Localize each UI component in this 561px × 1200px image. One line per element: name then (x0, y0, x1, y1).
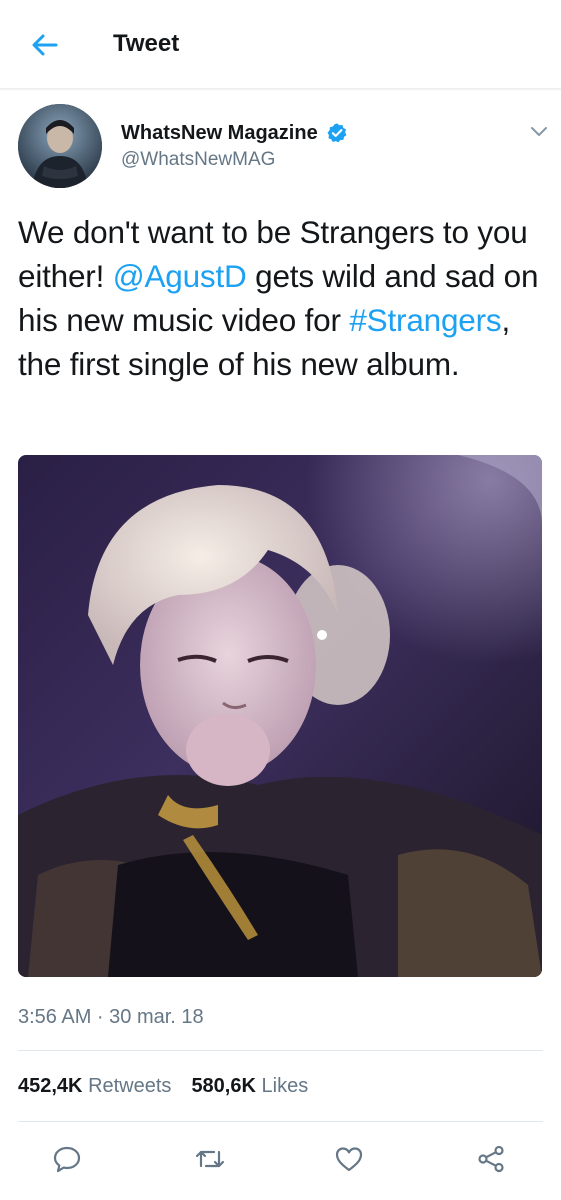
tweet-text: We don't want to be Strangers to you eit… (18, 210, 548, 386)
share-icon (478, 1145, 504, 1173)
mention-link[interactable]: @AgustD (113, 258, 247, 294)
tweet-stats: 452,4K Retweets 580,6K Likes (18, 1072, 308, 1100)
likes-count: 580,6K (191, 1075, 256, 1097)
author-names: WhatsNew Magazine @WhatsNewMAG (121, 120, 348, 172)
reply-button[interactable] (50, 1142, 84, 1176)
like-icon (335, 1147, 363, 1172)
retweets-label: Retweets (88, 1075, 172, 1097)
divider (18, 1050, 543, 1051)
photo-image (18, 455, 542, 977)
verified-badge-icon (327, 123, 347, 143)
top-app-bar: Tweet (0, 0, 561, 89)
hashtag-link[interactable]: #Strangers (349, 302, 501, 338)
retweet-button[interactable] (193, 1142, 227, 1176)
chevron-down-icon (531, 127, 547, 136)
tweet-menu-button[interactable] (528, 122, 550, 140)
avatar[interactable] (18, 104, 102, 188)
tweet-media-photo[interactable] (18, 455, 542, 977)
avatar-image (18, 104, 102, 188)
back-arrow-icon (32, 34, 58, 56)
reply-icon (53, 1146, 81, 1173)
likes-stat[interactable]: 580,6K Likes (191, 1072, 308, 1100)
page-title: Tweet (113, 30, 180, 57)
retweet-icon (195, 1150, 225, 1168)
retweets-count: 452,4K (18, 1075, 83, 1097)
author-display-name[interactable]: WhatsNew Magazine (121, 120, 318, 146)
tweet-author-header: WhatsNew Magazine @WhatsNewMAG (18, 104, 547, 194)
like-button[interactable] (332, 1142, 366, 1176)
tweet-actions (18, 1138, 543, 1180)
author-handle[interactable]: @WhatsNewMAG (121, 148, 348, 172)
likes-label: Likes (261, 1075, 309, 1097)
header-shadow (0, 88, 561, 91)
tweet-timestamp: 3:56 AM · 30 mar. 18 (18, 1006, 204, 1028)
divider (18, 1121, 543, 1122)
retweets-stat[interactable]: 452,4K Retweets (18, 1072, 171, 1100)
back-button[interactable] (28, 28, 62, 62)
share-button[interactable] (474, 1142, 508, 1176)
